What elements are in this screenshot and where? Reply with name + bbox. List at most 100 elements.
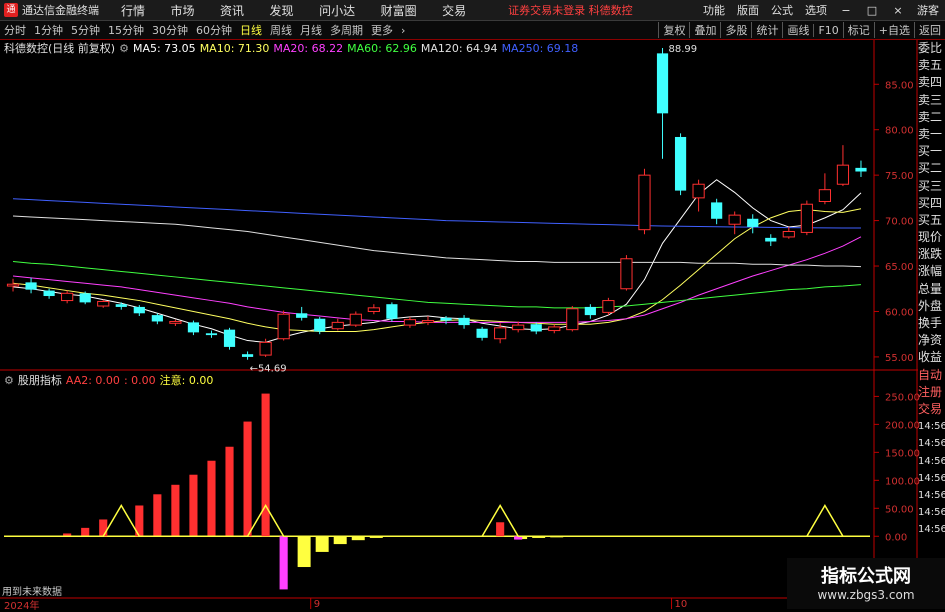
y-tick-label: 75.00 (885, 171, 914, 182)
tab-more[interactable]: 更多 (371, 22, 393, 38)
ma250-label: MA250: 69.18 (501, 41, 579, 55)
main-menu: 行情 市场 资讯 发现 问小达 财富圈 交易 (121, 2, 488, 19)
draw-line-button[interactable]: 画线 (782, 22, 813, 38)
candle-up (692, 183, 705, 199)
indicator-bar-yellow (514, 536, 528, 540)
indicator-bar-red (171, 484, 180, 537)
menu-item-gongneng[interactable]: 功能 (703, 2, 725, 18)
add-watchlist-button[interactable]: +自选 (873, 22, 914, 38)
ma-line-ma250 (12, 198, 861, 229)
tab-60min[interactable]: 60分钟 (196, 22, 232, 38)
indicator-bar-red (99, 519, 108, 537)
menu-item-wenxiaoda[interactable]: 问小达 (319, 4, 355, 18)
maximize-icon[interactable]: □ (865, 4, 879, 17)
indicator-bar-red (153, 494, 162, 537)
quote-panel-item: 14:56 (918, 524, 945, 536)
back-button[interactable]: 返回 (914, 22, 945, 38)
tab-15min[interactable]: 15分钟 (108, 22, 144, 38)
quote-panel-item: 卖四 (918, 75, 943, 90)
title-bar: 通 通达信金融终端 行情 市场 资讯 发现 问小达 财富圈 交易 证券交易未登录… (0, 0, 945, 21)
quote-panel-item[interactable]: 交易 (918, 401, 945, 418)
candle-down (79, 293, 91, 303)
candle-up (421, 320, 435, 323)
candle-up (169, 320, 182, 324)
tab-weekly[interactable]: 周线 (270, 22, 292, 38)
quote-panel-item[interactable]: 自动 (918, 367, 945, 384)
quote-panel-item: 买一 (918, 144, 943, 159)
tab-fenshi[interactable]: 分时 (4, 22, 26, 38)
stats-button[interactable]: 统计 (751, 22, 782, 38)
minimize-icon[interactable]: − (839, 4, 853, 17)
candle-up (512, 324, 525, 331)
candle-down (440, 317, 452, 321)
candle-up (349, 313, 362, 326)
kline-chart[interactable]: 55.00 60.00 65.00 70.00 75.00 80.00 85.00 88.99… (0, 0, 945, 609)
indicator-bar-red (243, 421, 252, 537)
tab-30min[interactable]: 30分钟 (152, 22, 188, 38)
menu-item-shichang[interactable]: 市场 (171, 4, 195, 18)
candle-down (241, 354, 254, 357)
overlay-button[interactable]: 叠加 (689, 22, 720, 38)
candle-down (115, 304, 127, 307)
tab-daily[interactable]: 日线 (240, 22, 262, 38)
quote-panel-item: 现价 (918, 230, 943, 245)
fuquan-button[interactable]: 复权 (658, 22, 689, 38)
y-tick-label: 65.00 (885, 262, 914, 273)
candle-down (674, 136, 687, 191)
watermark: 指标公式网 www.zbgs3.com (787, 558, 945, 609)
guest-label[interactable]: 游客 (917, 2, 939, 18)
menu-item-xuanxiang[interactable]: 选项 (805, 2, 827, 18)
candle-down (855, 167, 867, 172)
menu-item-caifuquan[interactable]: 财富圈 (381, 4, 417, 18)
tab-multi-period[interactable]: 多周期 (330, 22, 363, 38)
candle-down (43, 290, 55, 297)
tab-monthly[interactable]: 月线 (300, 22, 322, 38)
menu-item-zixun[interactable]: 资讯 (220, 4, 244, 18)
indicator-bar-magenta (514, 536, 523, 540)
quote-panel-item: 卖一 (918, 126, 943, 141)
indicator-bar-yellow (315, 536, 329, 552)
close-icon[interactable]: × (891, 4, 905, 17)
quote-panel-item: 卖五 (918, 58, 943, 73)
quote-panel-item: 14:56 (918, 421, 945, 433)
candle-down (314, 318, 326, 332)
menu-item-jiaoyi[interactable]: 交易 (442, 4, 466, 18)
tab-5min[interactable]: 5分钟 (71, 22, 100, 38)
f10-button[interactable]: F10 (813, 23, 842, 37)
indicator-name: 股朋指标 (17, 374, 62, 387)
multi-stock-button[interactable]: 多股 (720, 22, 751, 38)
quote-panel-item: 外盘 (918, 298, 943, 313)
ma-line-ma120 (12, 215, 861, 268)
settings-icon[interactable]: ⚙ (119, 42, 129, 55)
indicator-settings-icon[interactable]: ⚙ (4, 374, 14, 387)
future-data-note: 用到未来数据 (2, 587, 62, 598)
candle-up (259, 341, 272, 356)
indicator-bar-yellow (369, 536, 383, 538)
chevron-right-icon[interactable]: › (401, 24, 405, 37)
ma-line-ma5 (12, 179, 862, 343)
sub-y-tick-label: 250.00 (885, 392, 920, 403)
indicator-bar-yellow (351, 536, 365, 541)
app-title: 通达信金融终端 (22, 4, 99, 17)
aa2-label: AA2: 0.00 (65, 373, 120, 387)
candle-down (133, 306, 145, 314)
menu-item-faxian[interactable]: 发现 (270, 4, 294, 18)
tab-1min[interactable]: 1分钟 (34, 22, 63, 38)
candle-down (656, 53, 669, 114)
menu-item-banmian[interactable]: 版面 (737, 2, 759, 18)
candle-down (747, 218, 759, 227)
indicator-bar-red (81, 527, 90, 537)
menu-item-hangqing[interactable]: 行情 (121, 4, 145, 18)
menu-item-gongshi[interactable]: 公式 (771, 2, 793, 18)
indicator-bar-red (496, 522, 505, 537)
year-label: 2024年 (4, 601, 40, 612)
chart-toolbar: 复权 叠加 多股 统计 画线 F10 标记 +自选 返回 (658, 21, 945, 39)
stock-title: 科德数控(日线 前复权) (4, 42, 116, 55)
candle-down (530, 324, 542, 332)
sub-y-tick-label: 100.00 (885, 476, 920, 487)
quote-panel-item: 14:56 (918, 507, 945, 519)
zhuyi-label: 注意: 0.00 (159, 374, 214, 387)
candle-up (566, 308, 579, 331)
quote-panel-item[interactable]: 注册 (918, 384, 945, 401)
mark-button[interactable]: 标记 (842, 22, 874, 38)
